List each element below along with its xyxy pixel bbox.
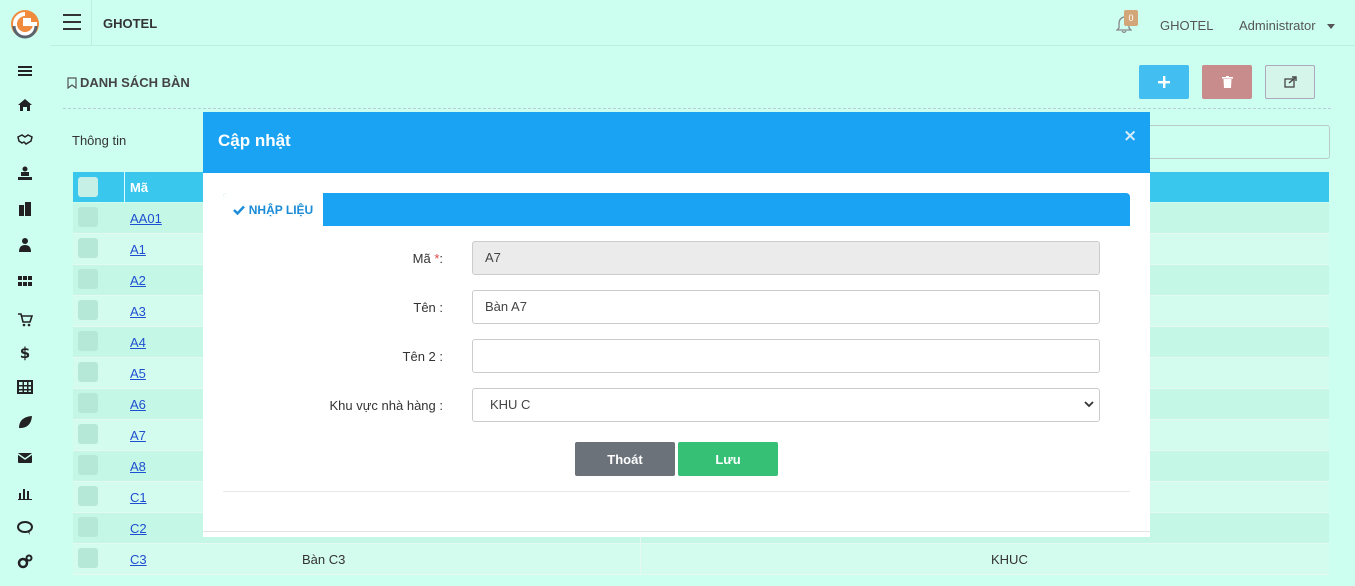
users-icon[interactable]: [14, 234, 36, 256]
row-checkbox[interactable]: [78, 238, 98, 258]
name-field[interactable]: Bàn A7: [472, 290, 1100, 324]
row-code-link[interactable]: A5: [130, 366, 146, 381]
row-area: KHUC: [991, 552, 1028, 567]
row-code-link[interactable]: A8: [130, 459, 146, 474]
chart-icon[interactable]: [14, 482, 36, 504]
row-checkbox[interactable]: [78, 548, 98, 568]
save-button[interactable]: Lưu: [678, 442, 778, 476]
tab-data-entry[interactable]: NHẬP LIỆU: [223, 193, 323, 226]
row-checkbox[interactable]: [78, 207, 98, 227]
hotel-name[interactable]: GHOTEL: [1160, 18, 1213, 33]
row-checkbox[interactable]: [78, 269, 98, 289]
info-label: Thông tin: [72, 133, 127, 148]
row-checkbox[interactable]: [78, 486, 98, 506]
row-code-link[interactable]: A1: [130, 242, 146, 257]
grid-icon[interactable]: [14, 270, 36, 292]
column-header-code[interactable]: Mã: [130, 180, 148, 195]
area-select-value: KHU C: [490, 397, 531, 412]
cart-icon[interactable]: [14, 308, 36, 330]
row-checkbox[interactable]: [78, 455, 98, 475]
delete-button[interactable]: [1202, 65, 1252, 99]
modal-header: Cập nhật ×: [203, 112, 1150, 173]
sidebar: $: [0, 0, 51, 586]
name2-field[interactable]: [472, 339, 1100, 373]
hamburger-icon[interactable]: [63, 14, 81, 30]
row-checkbox[interactable]: [78, 331, 98, 351]
chat-icon[interactable]: [14, 517, 36, 539]
row-checkbox[interactable]: [78, 517, 98, 537]
modal-title: Cập nhật: [218, 131, 291, 150]
select-all-checkbox[interactable]: [78, 177, 98, 197]
name-label: Tên :: [413, 300, 443, 315]
logo-icon[interactable]: [9, 8, 41, 40]
tab-bar: NHẬP LIỆU: [223, 193, 1130, 226]
notification-badge: 0: [1124, 10, 1138, 26]
code-field[interactable]: A7: [472, 241, 1100, 275]
table-row[interactable]: C3 Bàn C3 KHUC: [73, 544, 1329, 575]
menu-icon[interactable]: [14, 60, 36, 82]
row-code-link[interactable]: A4: [130, 335, 146, 350]
home-icon[interactable]: [14, 94, 36, 116]
row-code-link[interactable]: A6: [130, 397, 146, 412]
brand-title: GHOTEL: [103, 16, 158, 31]
topbar-divider: [91, 0, 92, 46]
check-icon: [232, 205, 245, 215]
code-label-text: Mã: [412, 251, 431, 266]
area-label: Khu vực nhà hàng :: [329, 398, 443, 413]
dollar-icon[interactable]: $: [14, 342, 36, 364]
add-button[interactable]: [1139, 65, 1189, 99]
row-code-link[interactable]: A3: [130, 304, 146, 319]
row-checkbox[interactable]: [78, 424, 98, 444]
modal-footer-divider: [203, 531, 1150, 532]
modal-divider: [223, 491, 1130, 492]
chevron-down-icon[interactable]: [1327, 24, 1335, 29]
trash-icon: [1221, 76, 1233, 88]
row-code-link[interactable]: C1: [130, 490, 147, 505]
share-icon: [1283, 76, 1297, 88]
mail-icon[interactable]: [14, 447, 36, 469]
divider: [63, 108, 1331, 109]
row-checkbox[interactable]: [78, 393, 98, 413]
row-code-link[interactable]: A2: [130, 273, 146, 288]
row-code-link[interactable]: A7: [130, 428, 146, 443]
building-icon[interactable]: [14, 198, 36, 220]
row-code-link[interactable]: C2: [130, 521, 147, 536]
gears-icon[interactable]: [14, 551, 36, 573]
page-title: DANH SÁCH BÀN: [67, 75, 190, 90]
leaf-icon[interactable]: [14, 411, 36, 433]
search-input[interactable]: [1130, 125, 1330, 159]
code-label-colon: :: [439, 251, 443, 266]
tab-label: NHẬP LIỆU: [248, 202, 314, 217]
column-separator: [640, 544, 641, 575]
exit-button[interactable]: Thoát: [575, 442, 675, 476]
export-button[interactable]: [1265, 65, 1315, 99]
row-code-link[interactable]: AA01: [130, 211, 162, 226]
user-menu[interactable]: Administrator: [1239, 18, 1316, 33]
area-select[interactable]: KHU C: [472, 388, 1100, 422]
code-label: Mã *:: [203, 251, 443, 266]
row-name: Bàn C3: [302, 552, 346, 567]
update-modal: Cập nhật × NHẬP LIỆU Mã *: A7 Tên : Bàn …: [203, 112, 1150, 537]
chevron-down-icon: [1084, 401, 1094, 408]
page-title-text: DANH SÁCH BÀN: [80, 75, 190, 90]
column-separator: [124, 172, 125, 202]
row-code-link[interactable]: C3: [130, 552, 147, 567]
topbar: GHOTEL 0 GHOTEL Administrator: [51, 0, 1355, 46]
handshake-icon[interactable]: [14, 128, 36, 150]
row-checkbox[interactable]: [78, 362, 98, 382]
bookmark-icon: [67, 76, 77, 89]
table-icon[interactable]: [14, 376, 36, 398]
close-icon[interactable]: ×: [1123, 126, 1137, 146]
plus-icon: [1158, 76, 1170, 88]
name2-label: Tên 2 :: [402, 349, 443, 364]
reception-icon[interactable]: [14, 162, 36, 184]
row-checkbox[interactable]: [78, 300, 98, 320]
